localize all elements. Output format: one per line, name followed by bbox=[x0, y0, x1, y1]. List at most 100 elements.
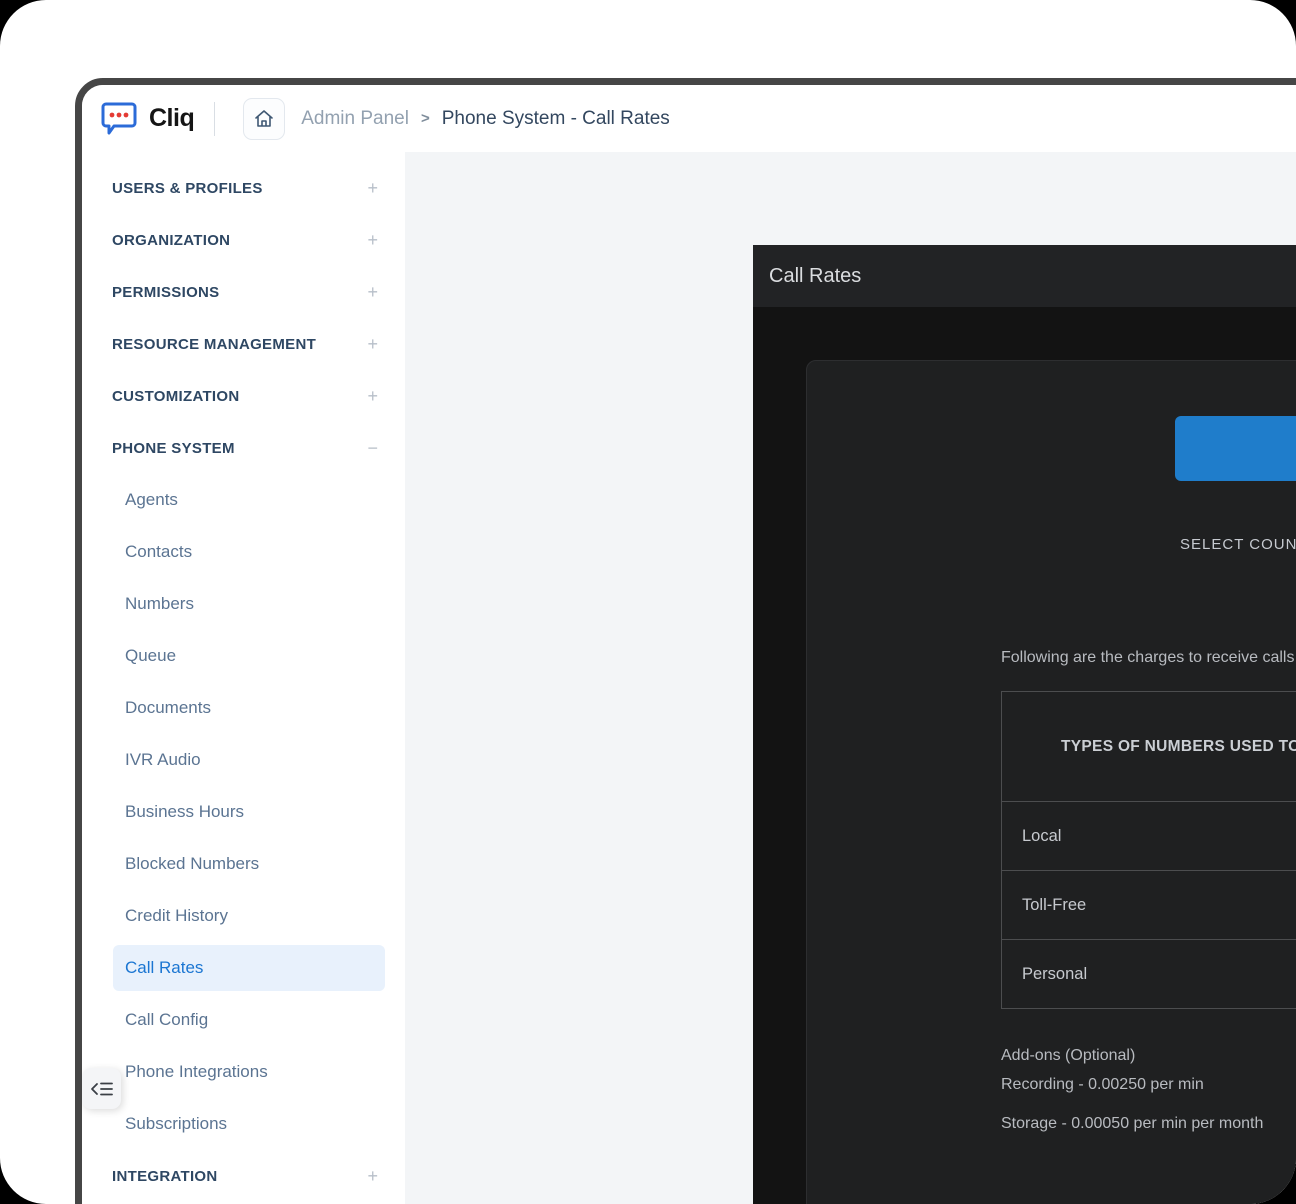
sidebar-item-agents[interactable]: Agents bbox=[82, 474, 405, 526]
sidebar-nav: USERS & PROFILES + ORGANIZATION + PERMISSION… bbox=[82, 162, 405, 1202]
collapse-sidebar-button[interactable] bbox=[82, 1068, 121, 1109]
module-titlebar: Call Rates bbox=[753, 245, 1296, 307]
sidebar-section-phone-system[interactable]: PHONE SYSTEM − bbox=[82, 422, 405, 474]
addons-title: Add-ons (Optional) bbox=[1001, 1047, 1136, 1064]
sidebar-section-customization[interactable]: CUSTOMIZATION + bbox=[82, 370, 405, 422]
tab-inbound[interactable]: Inbound bbox=[1175, 416, 1296, 481]
sidebar-item-pill: Agents bbox=[113, 477, 385, 523]
sidebar-item-pill: Documents bbox=[113, 685, 385, 731]
sidebar-item-label: Call Config bbox=[125, 1010, 209, 1029]
call-rates-table: TYPES OF NUMBERS USED TO RECEIVE CALLS C… bbox=[1001, 691, 1296, 1009]
sidebar-section-label: INTEGRATION bbox=[112, 1167, 218, 1185]
sidebar-item-blocked-numbers[interactable]: Blocked Numbers bbox=[82, 838, 405, 890]
collapse-sidebar-icon bbox=[90, 1082, 113, 1095]
expand-icon[interactable]: + bbox=[367, 1166, 378, 1187]
sidebar-item-label: Queue bbox=[125, 646, 177, 665]
table-row-toll-free: Toll-Free0.02 bbox=[1001, 870, 1296, 940]
sidebar-item-pill: Subscriptions bbox=[113, 1101, 385, 1147]
sidebar-item-pill: Phone Integrations bbox=[113, 1049, 385, 1095]
sidebar-item-label: Agents bbox=[125, 490, 178, 509]
sidebar-item-credit-history[interactable]: Credit History bbox=[82, 890, 405, 942]
sidebar-item-queue[interactable]: Queue bbox=[82, 630, 405, 682]
sidebar-section-label: CUSTOMIZATION bbox=[112, 387, 240, 405]
sidebar-item-numbers[interactable]: Numbers bbox=[82, 578, 405, 630]
sidebar-item-subscriptions[interactable]: Subscriptions bbox=[82, 1098, 405, 1150]
charges-description: Following are the charges to receive cal… bbox=[1001, 649, 1296, 667]
sidebar-item-label: Call Rates bbox=[125, 958, 204, 977]
sidebar-item-pill: Business Hours bbox=[113, 789, 385, 835]
header-divider bbox=[214, 101, 216, 136]
addons-recording: Recording - 0.00250 per min bbox=[1001, 1076, 1204, 1093]
sidebar-item-call-config[interactable]: Call Config bbox=[82, 994, 405, 1046]
content-background: Call Rates Inbound Outbound SELECT COUN bbox=[405, 152, 1296, 1204]
sidebar-section-resource-management[interactable]: RESOURCE MANAGEMENT + bbox=[82, 318, 405, 370]
sidebar-section-users-profiles[interactable]: USERS & PROFILES + bbox=[82, 162, 405, 214]
charges-description-text: Following are the charges to receive cal… bbox=[1001, 649, 1296, 666]
addons-section: Add-ons (Optional) Recording - 0.00250 p… bbox=[1001, 1047, 1263, 1133]
number-type-cell: Local bbox=[1001, 801, 1296, 871]
expand-icon[interactable]: + bbox=[367, 282, 378, 303]
call-rates-panel: Inbound Outbound SELECT COUNTRY United S… bbox=[806, 360, 1296, 1204]
breadcrumb-admin-panel[interactable]: Admin Panel bbox=[301, 108, 409, 130]
sidebar-item-call-rates[interactable]: Call Rates bbox=[82, 942, 405, 994]
expand-icon[interactable]: + bbox=[367, 386, 378, 407]
table-header-types: TYPES OF NUMBERS USED TO RECEIVE CALLS bbox=[1001, 691, 1296, 802]
breadcrumb-separator: > bbox=[420, 110, 430, 127]
call-rates-module: Call Rates Inbound Outbound SELECT COUN bbox=[753, 245, 1296, 1204]
sidebar-section-permissions[interactable]: PERMISSIONS + bbox=[82, 266, 405, 318]
country-selector-row: SELECT COUNTRY United States bbox=[1180, 521, 1296, 568]
sidebar-section-label: USERS & PROFILES bbox=[112, 179, 263, 197]
sidebar-item-ivr-audio[interactable]: IVR Audio bbox=[82, 734, 405, 786]
sidebar-item-business-hours[interactable]: Business Hours bbox=[82, 786, 405, 838]
app-header: Cliq Admin Panel > Phone System - Call R… bbox=[82, 85, 1296, 153]
expand-icon[interactable]: + bbox=[367, 178, 378, 199]
number-type-cell: Personal bbox=[1001, 939, 1296, 1009]
collapse-icon[interactable]: − bbox=[367, 438, 378, 459]
sidebar-section-label: PERMISSIONS bbox=[112, 283, 220, 301]
sidebar-item-label: Credit History bbox=[125, 906, 228, 925]
sidebar-item-label: Numbers bbox=[125, 594, 194, 613]
table-row-local: Local0.008 bbox=[1001, 801, 1296, 871]
call-rates-table-body: TYPES OF NUMBERS USED TO RECEIVE CALLS C… bbox=[1001, 691, 1296, 1009]
admin-panel-card: Cliq Admin Panel > Phone System - Call R… bbox=[75, 78, 1296, 1204]
number-type-cell: Toll-Free bbox=[1001, 870, 1296, 940]
sidebar-item-label: Business Hours bbox=[125, 802, 245, 821]
home-button[interactable] bbox=[243, 97, 286, 140]
sidebar-item-pill: Call Config bbox=[113, 997, 385, 1043]
logo-text: Cliq bbox=[149, 104, 195, 132]
page-title: Call Rates bbox=[769, 264, 862, 287]
expand-icon[interactable]: + bbox=[367, 334, 378, 355]
sidebar-section-label: PHONE SYSTEM bbox=[112, 439, 235, 457]
sidebar-item-pill: Credit History bbox=[113, 893, 385, 939]
sidebar-section-organization[interactable]: ORGANIZATION + bbox=[82, 214, 405, 266]
table-row-personal: PersonalFree bbox=[1001, 939, 1296, 1009]
sidebar-item-label: Contacts bbox=[125, 542, 193, 561]
sidebar-item-pill: Numbers bbox=[113, 581, 385, 627]
select-country-label: SELECT COUNTRY bbox=[1180, 536, 1296, 553]
sidebar-item-pill: IVR Audio bbox=[113, 737, 385, 783]
sidebar-item-label: IVR Audio bbox=[125, 750, 201, 769]
cliq-logo-icon bbox=[101, 102, 137, 134]
expand-icon[interactable]: + bbox=[367, 230, 378, 251]
sidebar-item-label: Subscriptions bbox=[125, 1114, 228, 1133]
page: Cliq Admin Panel > Phone System - Call R… bbox=[0, 0, 1296, 1204]
sidebar-item-contacts[interactable]: Contacts bbox=[82, 526, 405, 578]
sidebar-section-label: RESOURCE MANAGEMENT bbox=[112, 335, 317, 353]
breadcrumb-current-page: Phone System - Call Rates bbox=[441, 107, 670, 129]
sidebar-item-label: Documents bbox=[125, 698, 211, 717]
sidebar-item-label: Phone Integrations bbox=[125, 1062, 268, 1081]
sidebar-item-label: Blocked Numbers bbox=[125, 854, 260, 873]
sidebar-section-label: ORGANIZATION bbox=[112, 231, 231, 249]
sidebar-section-integration[interactable]: INTEGRATION + bbox=[82, 1150, 405, 1202]
sidebar-item-phone-integrations[interactable]: Phone Integrations bbox=[82, 1046, 405, 1098]
sidebar: USERS & PROFILES + ORGANIZATION + PERMISSION… bbox=[82, 152, 405, 1204]
cliq-logo[interactable]: Cliq bbox=[100, 100, 195, 138]
direction-tabs: Inbound Outbound bbox=[1175, 416, 1296, 481]
sidebar-item-pill: Queue bbox=[113, 633, 385, 679]
sidebar-item-pill: Call Rates bbox=[113, 945, 385, 991]
addons-storage: Storage - 0.00050 per min per month bbox=[1001, 1115, 1264, 1132]
breadcrumb: Admin Panel > Phone System - Call Rates bbox=[301, 108, 670, 130]
sidebar-item-pill: Contacts bbox=[113, 529, 385, 575]
home-icon bbox=[255, 109, 274, 127]
sidebar-item-documents[interactable]: Documents bbox=[82, 682, 405, 734]
